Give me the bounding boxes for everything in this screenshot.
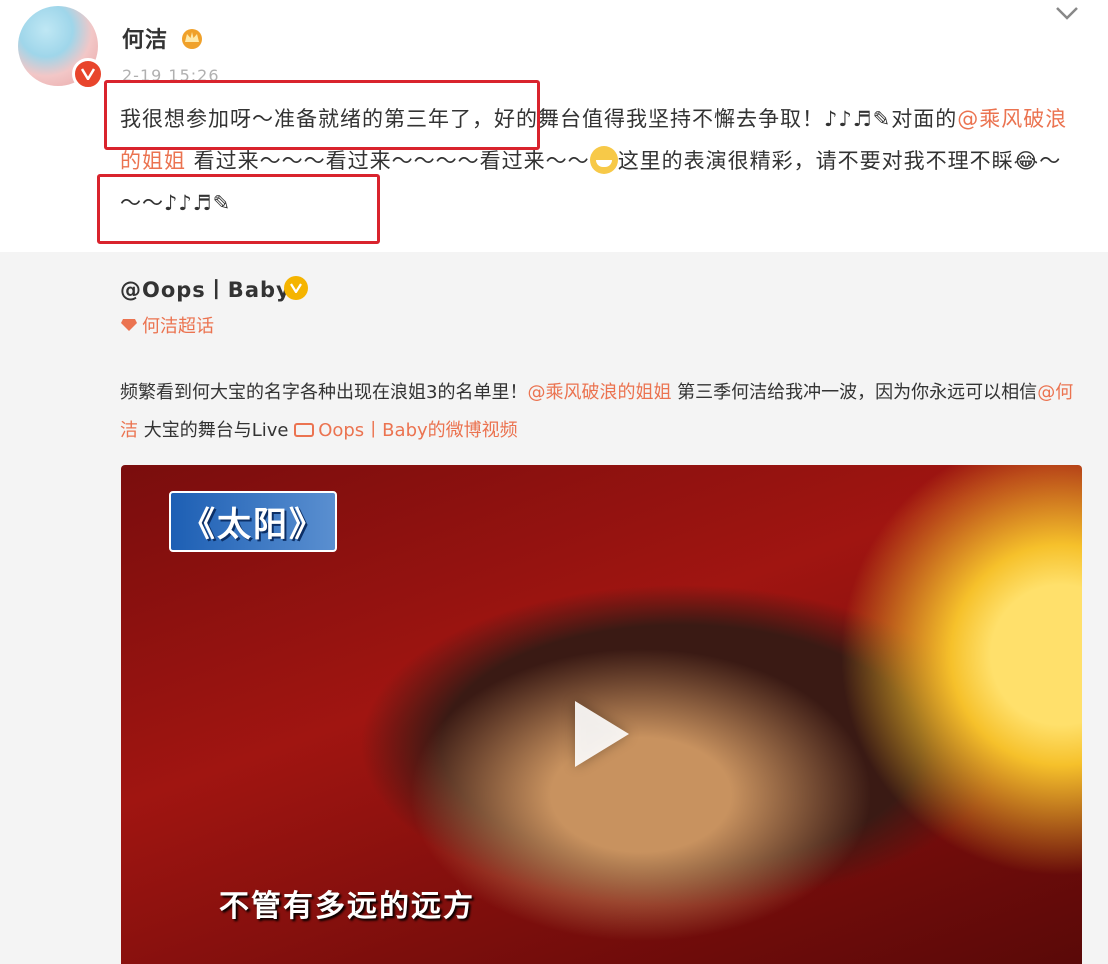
supertopic-label: 何洁超话 [142,316,214,337]
video-link[interactable]: Oops丨Baby的微博视频 [294,420,518,441]
supertopic-link[interactable]: 何洁超话 [120,312,214,338]
username[interactable]: 何洁 [122,22,168,54]
post-text: 我很想参加呀～准备就绪的第三年了，好的舞台值得我坚持不懈去争取！♪♪♬✎对面的@… [120,98,1080,224]
crown-icon [182,29,202,49]
repost-text-part: 第三季何洁给我冲一波，因为你永远可以相信 [671,382,1038,403]
avatar[interactable] [18,6,104,90]
repost-author[interactable]: @Oops丨Baby [120,274,291,304]
timestamp: 2-19 15:26 [122,66,220,85]
gold-verified-icon [284,276,308,300]
diamond-icon [121,319,137,331]
repost-text: 频繁看到何大宝的名字各种出现在浪姐3的名单里！@乘风破浪的姐姐 第三季何洁给我冲… [120,374,1090,450]
repost-card[interactable]: @Oops丨Baby 何洁超话 频繁看到何大宝的名字各种出现在浪姐3的名单里！@… [0,252,1108,964]
chevron-down-icon[interactable] [1054,4,1080,22]
song-title-badge: 《太阳》 [169,491,337,552]
video-player[interactable]: 《太阳》 不管有多远的远方 [121,465,1082,964]
weibo-post: 何洁 2-19 15:26 我很想参加呀～准备就绪的第三年了，好的舞台值得我坚持… [0,0,1108,964]
verified-badge-icon [72,58,104,90]
grin-emoji-icon [589,146,618,174]
post-text-part: 看过来～～～看过来～～～～看过来～～ [186,149,590,173]
post-text-part: 我很想参加呀～准备就绪的第三年了，好的舞台值得我坚持不懈去争取！♪♪♬✎对面的 [120,107,958,131]
play-icon[interactable] [575,701,629,767]
repost-text-part: 大宝的舞台与Live [138,420,295,441]
repost-text-part: 频繁看到何大宝的名字各种出现在浪姐3的名单里！ [120,382,528,403]
video-link-label: Oops丨Baby的微博视频 [318,420,518,441]
mention-link[interactable]: @乘风破浪的姐姐 [527,382,671,403]
video-icon [294,423,315,437]
video-subtitle: 不管有多远的远方 [219,889,475,924]
